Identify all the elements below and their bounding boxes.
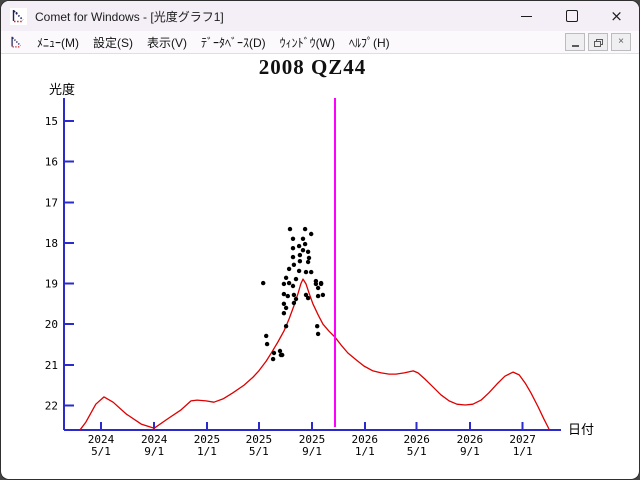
svg-text:22: 22 bbox=[45, 399, 58, 412]
chart-axes bbox=[64, 98, 561, 430]
svg-text:20255/1: 20255/1 bbox=[246, 433, 273, 458]
app-window: Comet for Windows - [光度グラフ1] × ﾒﾆｭｰ(M) 設… bbox=[0, 0, 640, 480]
y-axis-label: 光度 bbox=[49, 82, 75, 98]
chart-title: 2008 QZ44 bbox=[259, 55, 367, 79]
svg-text:20271/1: 20271/1 bbox=[509, 433, 536, 458]
svg-text:20269/1: 20269/1 bbox=[457, 433, 484, 458]
svg-text:15: 15 bbox=[45, 115, 58, 128]
svg-text:21: 21 bbox=[45, 359, 58, 372]
predicted-curve bbox=[80, 279, 549, 430]
svg-text:16: 16 bbox=[45, 156, 58, 169]
svg-text:20245/1: 20245/1 bbox=[88, 433, 115, 458]
observation-points bbox=[261, 227, 325, 361]
svg-text:19: 19 bbox=[45, 278, 58, 291]
svg-text:20251/1: 20251/1 bbox=[194, 433, 221, 458]
svg-text:18: 18 bbox=[45, 237, 58, 250]
svg-text:20259/1: 20259/1 bbox=[299, 433, 326, 458]
light-curve-chart: 15 16 17 18 19 20 21 22 20245/1 20249/1 20251/1 202… bbox=[1, 1, 640, 480]
svg-text:20: 20 bbox=[45, 318, 58, 331]
x-axis-label: 日付 bbox=[568, 423, 594, 438]
svg-text:20249/1: 20249/1 bbox=[141, 433, 168, 458]
y-axis-ticks: 15 16 17 18 19 20 21 22 bbox=[45, 115, 74, 412]
svg-text:17: 17 bbox=[45, 196, 58, 209]
chart-client-area: 15 16 17 18 19 20 21 22 20245/1 20249/1 20251/1 202… bbox=[2, 54, 638, 477]
svg-text:20261/1: 20261/1 bbox=[352, 433, 379, 458]
svg-text:20265/1: 20265/1 bbox=[403, 433, 430, 458]
